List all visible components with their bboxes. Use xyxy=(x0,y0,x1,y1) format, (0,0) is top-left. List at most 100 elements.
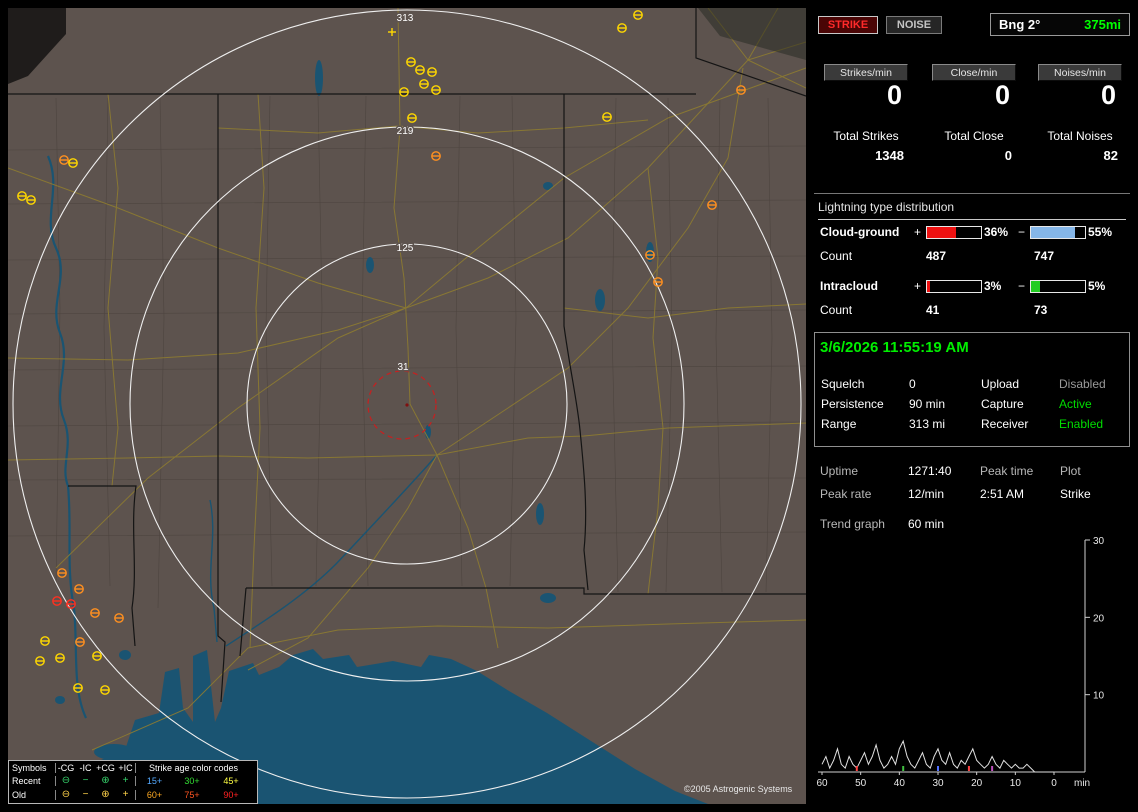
age-60: 60+ xyxy=(135,789,173,800)
peak-time-value: 2:51 AM xyxy=(980,487,1025,501)
legend-col-cg-pos: +CG xyxy=(96,762,115,773)
legend-col-ic-pos: +IC xyxy=(118,762,133,773)
cg-pos-recent-icon: ⊕ xyxy=(101,775,110,787)
trend-graph-label: Trend graph xyxy=(820,517,885,531)
trend-graph-period: 60 min xyxy=(908,517,945,531)
uptime-value: 1271:40 xyxy=(908,464,952,478)
close-per-min-button[interactable]: Close/min xyxy=(932,64,1016,81)
upload-status: Disabled xyxy=(1059,377,1106,391)
legend-row-old-label: Old xyxy=(12,789,27,800)
total-close-value: 0 xyxy=(1004,148,1012,163)
squelch-value: 0 xyxy=(909,377,916,391)
minus-sign: − xyxy=(1018,279,1026,293)
age-75: 75+ xyxy=(184,789,200,800)
age-30: 30+ xyxy=(184,776,200,787)
bearing-range-indicator: Bng 2° 375mi xyxy=(990,13,1130,36)
ic-positive-bar xyxy=(926,280,982,293)
ring-label-313: 313 xyxy=(397,13,414,24)
receiver-status: Enabled xyxy=(1059,417,1104,431)
trend-xtick-label: 20 xyxy=(971,778,983,789)
legend-symbols-header: Symbols xyxy=(12,762,47,773)
lightning-map: 313 219 125 31 xyxy=(8,8,806,804)
total-close-label: Total Close xyxy=(944,129,1004,143)
trend-axes xyxy=(818,540,1086,773)
ic-positive-pct: 3% xyxy=(984,279,1002,293)
trend-xtick-label: 30 xyxy=(932,778,944,789)
cg-positive-pct: 36% xyxy=(984,225,1009,239)
ic-neg-recent-icon: − xyxy=(82,775,89,787)
ring-label-31: 31 xyxy=(397,362,409,373)
trend-graph: 10 20 30 60 50 40 30 20 10 0 min xyxy=(816,536,1105,789)
map-area: 313 219 125 31 Symbols -CG -IC +CG +IC S… xyxy=(8,8,806,804)
cloud-ground-label: Cloud-ground xyxy=(820,225,900,239)
cg-positive-bar xyxy=(926,226,982,239)
legend-row-recent-label: Recent xyxy=(12,776,41,787)
sensor-location-dot xyxy=(405,403,409,407)
bearing-label: Bng 2° xyxy=(999,17,1041,32)
uptime-label: Uptime xyxy=(820,464,859,478)
cg-count-label: Count xyxy=(820,249,853,263)
trend-xtick-label: 40 xyxy=(894,778,906,789)
cg-pos-old-icon: ⊕ xyxy=(101,788,110,800)
strikes-counter-column: Strikes/min 0 Total Strikes 1348 xyxy=(816,56,916,193)
legend-col-cg-neg: -CG xyxy=(55,762,76,773)
persistence-label: Persistence xyxy=(821,397,884,411)
bearing-range-value: 375mi xyxy=(1084,17,1121,32)
lightning-type-distribution: Lightning type distribution Cloud-ground… xyxy=(814,196,1130,332)
strike-toggle-button[interactable]: STRIKE xyxy=(818,16,878,34)
squelch-label: Squelch xyxy=(821,377,865,391)
strikes-per-min-button[interactable]: Strikes/min xyxy=(824,64,908,81)
age-45: 45+ xyxy=(223,776,239,787)
trend-xtick-label: 0 xyxy=(1051,778,1057,789)
strikes-per-min-value: 0 xyxy=(886,80,902,110)
capture-status: Active xyxy=(1059,397,1092,411)
minus-sign: − xyxy=(1018,225,1026,239)
app-window: 313 219 125 31 Symbols -CG -IC +CG +IC S… xyxy=(0,0,1138,812)
age-90: 90+ xyxy=(223,789,239,800)
right-panel: STRIKE NOISE Bng 2° 375mi Strikes/min 0 … xyxy=(814,0,1130,812)
trend-xtick-label: 10 xyxy=(1010,778,1022,789)
distribution-title: Lightning type distribution xyxy=(818,200,1126,220)
noises-per-min-button[interactable]: Noises/min xyxy=(1038,64,1122,81)
ic-positive-count: 41 xyxy=(926,303,940,317)
legend-col-ic-neg: -IC xyxy=(79,762,92,773)
receiver-label: Receiver xyxy=(981,417,1029,431)
persistence-value: 90 min xyxy=(909,397,946,411)
date-time: 3/6/2026 11:55:19 AM xyxy=(820,339,969,356)
stats-section: Uptime 1271:40 Peak time Plot Peak rate … xyxy=(814,450,1130,812)
intracloud-label: Intracloud xyxy=(820,279,879,293)
total-noises-label: Total Noises xyxy=(1047,129,1113,143)
total-strikes-label: Total Strikes xyxy=(833,129,899,143)
cg-negative-count: 747 xyxy=(1034,249,1055,263)
trend-ytick-label: 20 xyxy=(1093,613,1105,624)
close-counter-column: Close/min 0 Total Close 0 xyxy=(924,56,1024,193)
capture-label: Capture xyxy=(981,397,1024,411)
plot-label: Plot xyxy=(1060,464,1081,478)
trend-x-unit-label: min xyxy=(1074,778,1090,789)
cg-neg-old-icon: ⊖ xyxy=(55,789,76,800)
plus-sign: + xyxy=(914,279,922,293)
ic-neg-old-icon: − xyxy=(82,788,89,800)
range-value: 313 mi xyxy=(909,417,946,431)
map-legend: Symbols -CG -IC +CG +IC Strike age color… xyxy=(8,760,258,804)
cg-negative-pct: 55% xyxy=(1088,225,1113,239)
copyright: ©2005 Astrogenic Systems xyxy=(684,784,793,794)
noise-toggle-button[interactable]: NOISE xyxy=(886,16,942,34)
trend-xtick-label: 60 xyxy=(816,778,828,789)
peak-time-label: Peak time xyxy=(980,464,1034,478)
peak-rate-label: Peak rate xyxy=(820,487,872,501)
ic-negative-pct: 5% xyxy=(1088,279,1106,293)
noises-per-min-value: 0 xyxy=(1100,80,1116,110)
ring-label-125: 125 xyxy=(397,243,414,254)
cg-positive-count: 487 xyxy=(926,249,947,263)
plot-mode-value: Strike xyxy=(1060,487,1091,501)
close-per-min-value: 0 xyxy=(994,80,1010,110)
total-strikes-value: 1348 xyxy=(875,148,904,163)
ic-negative-bar xyxy=(1030,280,1086,293)
counters-section: Strikes/min 0 Total Strikes 1348 Close/m… xyxy=(814,56,1130,194)
ic-pos-recent-icon: + xyxy=(122,775,129,787)
upload-label: Upload xyxy=(981,377,1020,391)
trend-ytick-label: 10 xyxy=(1093,691,1105,702)
range-label: Range xyxy=(821,417,857,431)
trend-ytick-label: 30 xyxy=(1093,536,1105,547)
